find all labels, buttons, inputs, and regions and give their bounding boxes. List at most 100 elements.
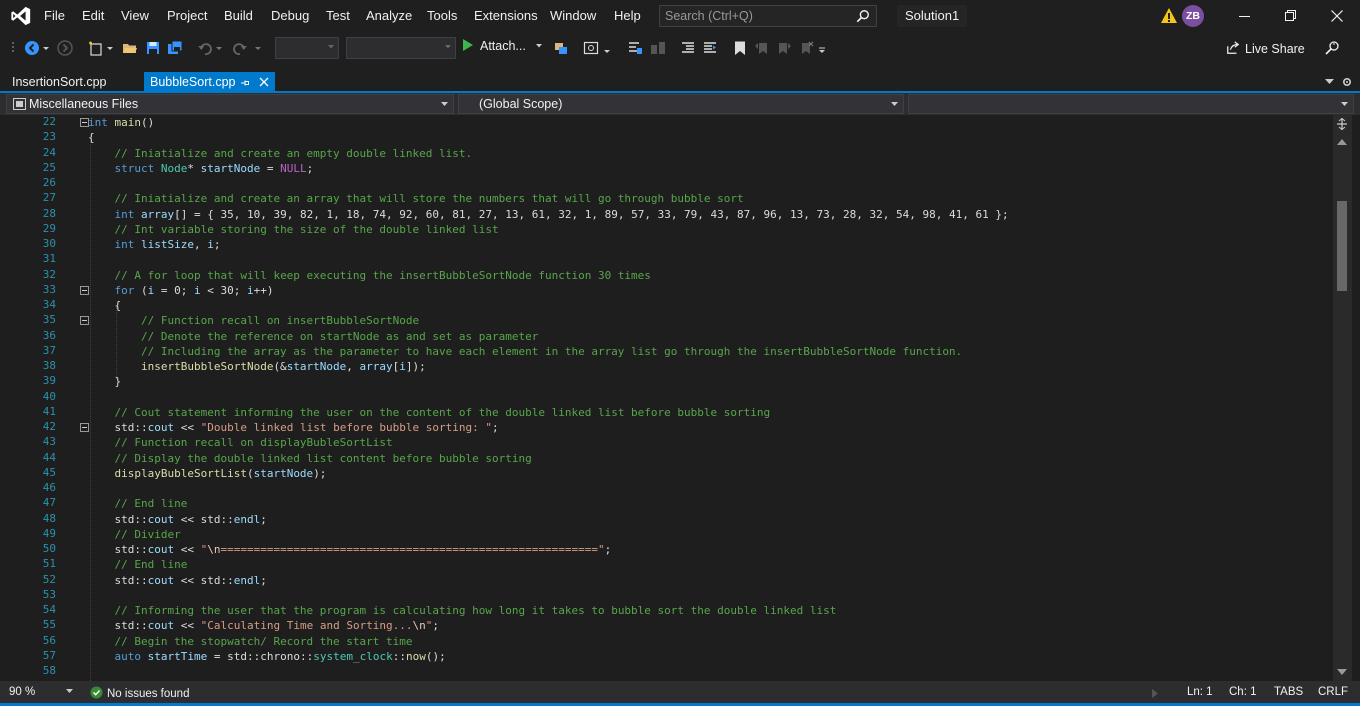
menu-help[interactable]: Help bbox=[614, 8, 641, 23]
attach-button[interactable]: Attach... bbox=[463, 39, 543, 53]
code-line[interactable]: displayBubleSortList(startNode); bbox=[88, 466, 327, 481]
code-line[interactable]: int listSize, i; bbox=[88, 237, 221, 252]
code-line[interactable]: // Cout statement informing the user on … bbox=[88, 405, 771, 420]
issues-indicator[interactable]: No issues found bbox=[90, 686, 189, 700]
code-line[interactable]: int main() bbox=[88, 115, 154, 130]
menu-edit[interactable]: Edit bbox=[82, 8, 104, 23]
navigate-back-icon[interactable] bbox=[24, 40, 40, 56]
attach-dropdown-icon[interactable] bbox=[535, 42, 543, 50]
warning-icon[interactable] bbox=[1160, 7, 1178, 25]
save-icon[interactable] bbox=[145, 40, 161, 56]
clear-bookmarks-icon[interactable] bbox=[798, 40, 814, 56]
browse-dropdown-icon[interactable] bbox=[603, 40, 611, 56]
search-input[interactable] bbox=[665, 9, 845, 23]
open-folder-icon[interactable] bbox=[122, 40, 138, 56]
line-indicator[interactable]: Ln: 1 bbox=[1187, 686, 1213, 698]
scroll-up-icon[interactable] bbox=[1337, 139, 1347, 145]
code-line[interactable]: // Function recall on insertBubbleSortNo… bbox=[88, 313, 419, 328]
feedback-icon[interactable] bbox=[1324, 40, 1340, 56]
live-share-button[interactable]: Live Share bbox=[1226, 41, 1305, 56]
vertical-scrollbar[interactable] bbox=[1333, 115, 1352, 681]
settings-gear-icon[interactable] bbox=[1342, 76, 1352, 88]
menu-analyze[interactable]: Analyze bbox=[366, 8, 412, 23]
code-line[interactable]: // Begin the stopwatch/ Record the start… bbox=[88, 634, 413, 649]
search-icon[interactable] bbox=[856, 9, 870, 23]
back-dropdown-icon[interactable] bbox=[42, 40, 50, 56]
indent-icon[interactable] bbox=[680, 40, 696, 56]
close-tab-icon[interactable] bbox=[259, 77, 269, 87]
line-ending-mode[interactable]: CRLF bbox=[1318, 686, 1348, 698]
next-bookmark-icon[interactable] bbox=[776, 40, 792, 56]
code-line[interactable]: // End line bbox=[88, 496, 188, 511]
code-line[interactable]: // Int variable storing the size of the … bbox=[88, 222, 499, 237]
code-line[interactable]: struct Node* startNode = NULL; bbox=[88, 161, 314, 176]
code-line[interactable]: std::cout << "\n========================… bbox=[88, 542, 612, 557]
minimize-button[interactable] bbox=[1222, 0, 1268, 32]
tab-insertionsort[interactable]: InsertionSort.cpp bbox=[6, 72, 113, 93]
code-line[interactable]: std::cout << "Calculating Time and Sorti… bbox=[88, 618, 440, 633]
outdent-icon[interactable] bbox=[702, 40, 718, 56]
menu-project[interactable]: Project bbox=[167, 8, 207, 23]
zoom-combo[interactable]: 90 % bbox=[9, 686, 74, 698]
navigate-forward-icon[interactable] bbox=[57, 40, 73, 56]
visual-studio-logo-icon[interactable] bbox=[10, 5, 32, 27]
scroll-left-icon[interactable] bbox=[1152, 689, 1158, 698]
code-line[interactable]: auto startTime = std::chrono::system_clo… bbox=[88, 649, 446, 664]
code-line[interactable]: std::cout << std::endl; bbox=[88, 573, 267, 588]
code-line[interactable]: // Function recall on displayBubleSortLi… bbox=[88, 435, 393, 450]
menu-build[interactable]: Build bbox=[224, 8, 253, 23]
close-window-button[interactable] bbox=[1314, 0, 1360, 32]
code-line[interactable]: // Display the double linked list conten… bbox=[88, 451, 532, 466]
user-avatar[interactable]: ZB bbox=[1182, 5, 1204, 27]
bookmark-icon[interactable] bbox=[732, 40, 748, 56]
indent-mode[interactable]: TABS bbox=[1274, 686, 1303, 698]
new-dropdown-icon[interactable] bbox=[106, 40, 114, 56]
code-line[interactable]: // Denote the reference on startNode as … bbox=[88, 329, 538, 344]
browse-icon[interactable] bbox=[583, 40, 599, 56]
global-scope-combo[interactable]: (Global Scope) bbox=[458, 94, 904, 114]
solution-configuration-combo[interactable] bbox=[275, 37, 339, 59]
menu-extensions[interactable]: Extensions bbox=[474, 8, 538, 23]
code-line[interactable]: // Divider bbox=[88, 527, 181, 542]
code-line[interactable]: { bbox=[88, 298, 121, 313]
pin-tab-icon[interactable] bbox=[240, 78, 250, 88]
column-indicator[interactable]: Ch: 1 bbox=[1229, 686, 1257, 698]
project-scope-combo[interactable]: Miscellaneous Files bbox=[6, 94, 454, 114]
tab-bubblesort[interactable]: BubbleSort.cpp bbox=[144, 72, 275, 93]
undo-dropdown-icon[interactable] bbox=[215, 40, 223, 56]
code-line[interactable]: std::cout << std::endl; bbox=[88, 512, 267, 527]
split-editor-icon[interactable] bbox=[1336, 118, 1348, 130]
redo-icon[interactable] bbox=[232, 40, 248, 56]
code-line[interactable]: int array[] = { 35, 10, 39, 82, 1, 18, 7… bbox=[88, 207, 1009, 222]
code-line[interactable]: // A for loop that will keep executing t… bbox=[88, 268, 651, 283]
member-scope-combo[interactable] bbox=[908, 94, 1354, 114]
toolbar-overflow-icon[interactable] bbox=[818, 40, 826, 56]
search-box[interactable] bbox=[659, 5, 877, 27]
code-line[interactable]: insertBubbleSortNode(&startNode, array[i… bbox=[88, 359, 426, 374]
pin-window-icon[interactable] bbox=[553, 40, 569, 56]
scrollbar-thumb[interactable] bbox=[1337, 201, 1347, 291]
code-line[interactable]: // Including the array as the parameter … bbox=[88, 344, 962, 359]
step-into-icon[interactable] bbox=[627, 40, 643, 56]
code-line[interactable]: } bbox=[88, 374, 121, 389]
menu-view[interactable]: View bbox=[121, 8, 149, 23]
previous-bookmark-icon[interactable] bbox=[754, 40, 770, 56]
save-all-icon[interactable] bbox=[167, 40, 183, 56]
scroll-down-icon[interactable] bbox=[1337, 669, 1347, 675]
redo-dropdown-icon[interactable] bbox=[254, 40, 262, 56]
code-line[interactable]: // Informing the user that the program i… bbox=[88, 603, 837, 618]
new-project-icon[interactable] bbox=[88, 40, 104, 56]
solution-platform-combo[interactable] bbox=[346, 37, 456, 59]
code-line[interactable]: { bbox=[88, 130, 95, 145]
tab-list-dropdown-icon[interactable] bbox=[1325, 79, 1334, 85]
undo-icon[interactable] bbox=[197, 40, 213, 56]
menu-test[interactable]: Test bbox=[326, 8, 350, 23]
code-line[interactable]: // End line bbox=[88, 557, 188, 572]
step-over-icon[interactable] bbox=[650, 40, 666, 56]
code-line[interactable]: for (i = 0; i < 30; i++) bbox=[88, 283, 274, 298]
menu-window[interactable]: Window bbox=[550, 8, 596, 23]
menu-file[interactable]: File bbox=[44, 8, 65, 23]
menu-debug[interactable]: Debug bbox=[271, 8, 309, 23]
code-line[interactable]: // Iniatialize and create an array that … bbox=[88, 191, 744, 206]
code-line[interactable]: // Iniatialize and create an empty doubl… bbox=[88, 146, 473, 161]
